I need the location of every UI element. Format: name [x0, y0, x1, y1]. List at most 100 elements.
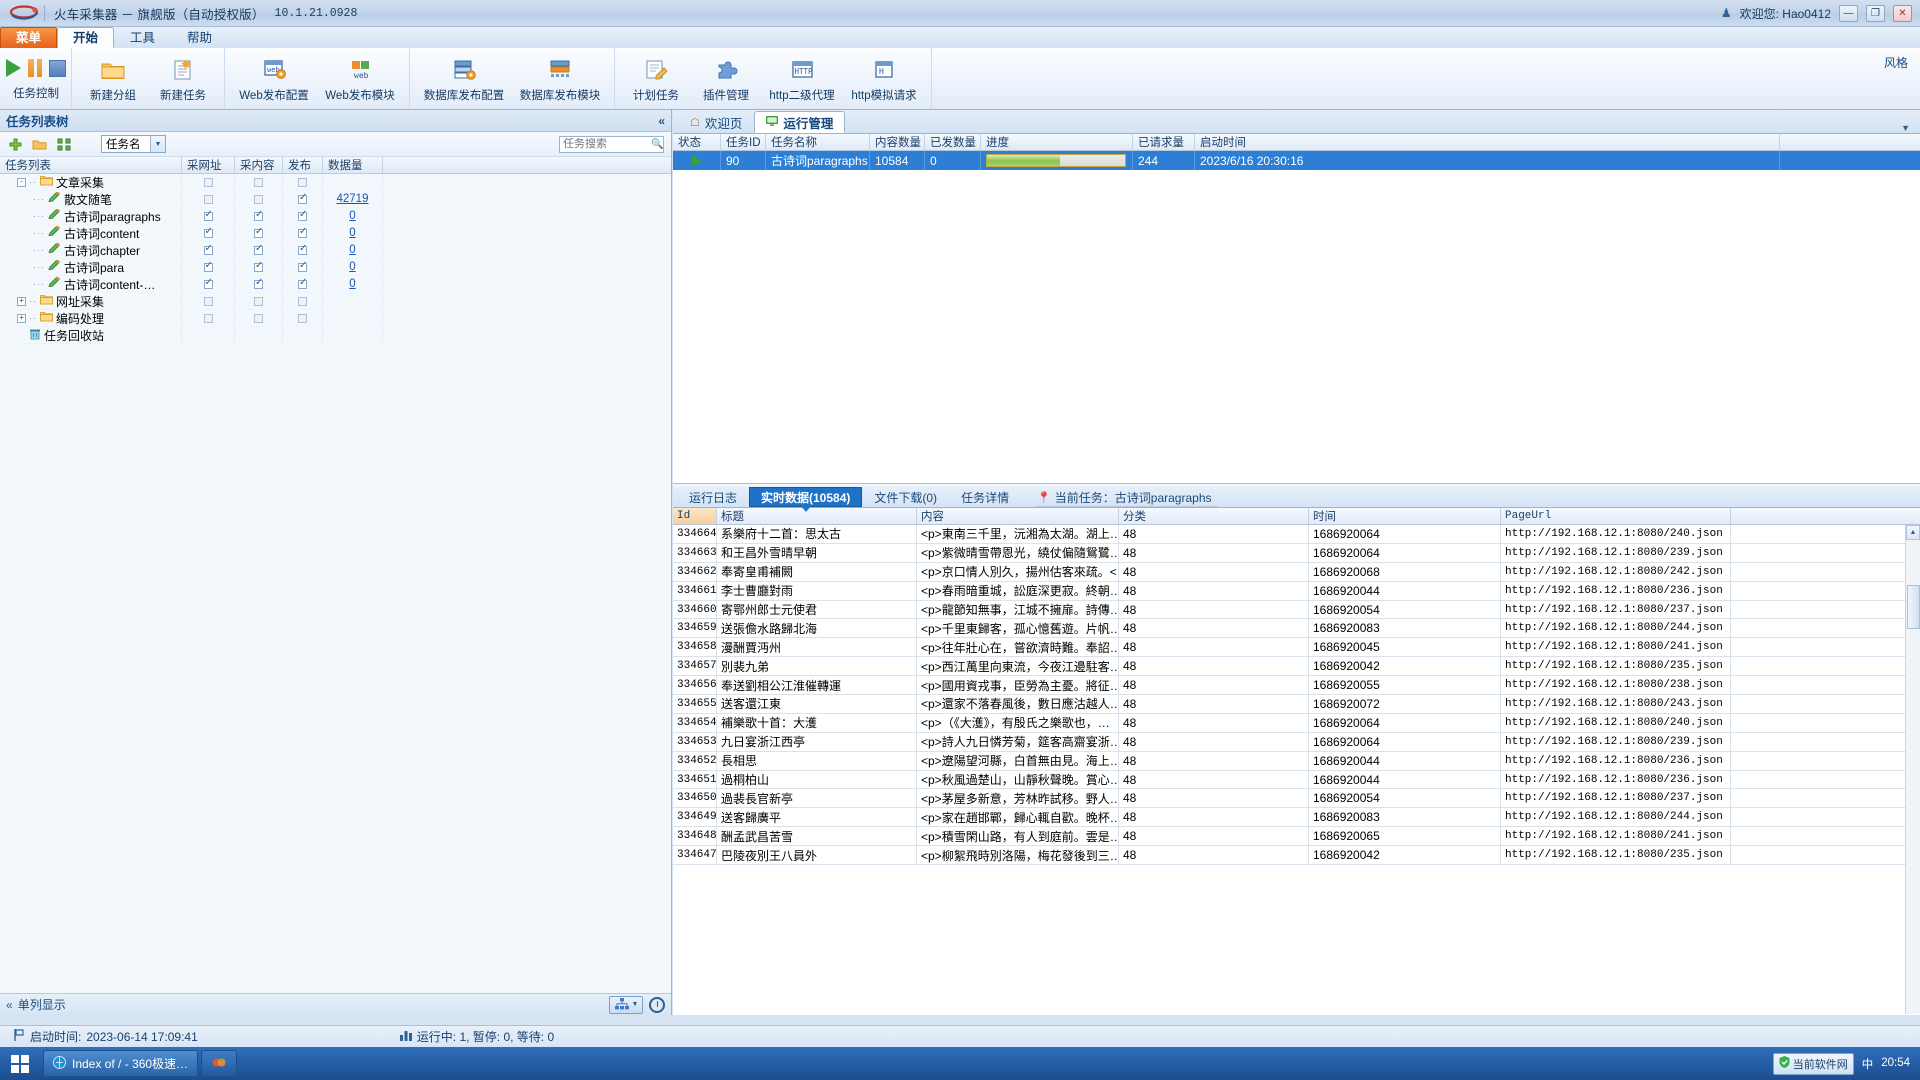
close-icon[interactable]: ✕: [1893, 4, 1912, 22]
data-grid-row[interactable]: 334655 送客還江東 <p>還家不落春風後，數日應沽越人… 48 168692007…: [673, 695, 1920, 714]
checkbox-off[interactable]: [254, 194, 263, 204]
checkbox-off[interactable]: [203, 296, 213, 306]
task-tree-row[interactable]: ··· 散文随笔 42719: [0, 190, 671, 208]
checkbox-on[interactable]: [298, 277, 307, 289]
checkbox-on[interactable]: [254, 243, 263, 255]
data-grid-row[interactable]: 334650 過裴長官新亭 <p>茅屋多新意，芳林昨試移。野人… 48 16869200…: [673, 789, 1920, 809]
data-grid-row[interactable]: 334652 長相思 <p>遼陽望河縣，白首無由見。海上… 48 1686920044 h…: [673, 751, 1920, 771]
ribbon-new-group-button[interactable]: 新建分组: [78, 50, 148, 107]
checkbox-on[interactable]: [298, 192, 307, 204]
tree-expander[interactable]: +: [17, 313, 26, 323]
checkbox-on[interactable]: [203, 260, 213, 272]
checkbox-on[interactable]: [203, 226, 213, 238]
task-tree-row[interactable]: - ·· 文章采集: [0, 173, 671, 191]
task-tree-row[interactable]: ··· 古诗词chapter 0: [0, 241, 671, 259]
stop-icon[interactable]: [49, 59, 66, 77]
ribbon-http-request-button[interactable]: H http模拟请求: [843, 50, 925, 107]
tab-task-detail[interactable]: 任务详情: [949, 487, 1021, 507]
play-icon[interactable]: [6, 59, 21, 77]
checkbox-on[interactable]: [203, 243, 213, 255]
checkbox-on[interactable]: [203, 209, 213, 221]
checkbox-off[interactable]: [298, 177, 307, 187]
footer-collapse-icon[interactable]: «: [6, 998, 13, 1012]
ribbon-web-publish-config-button[interactable]: web Web发布配置: [231, 50, 317, 107]
checkbox-on[interactable]: [254, 209, 263, 221]
tree-expander[interactable]: +: [17, 296, 26, 306]
ime-icon[interactable]: 中: [1862, 1056, 1874, 1072]
checkbox-off[interactable]: [203, 177, 213, 187]
checkbox-off[interactable]: [298, 313, 307, 323]
windows-start-icon[interactable]: [0, 1047, 40, 1080]
ribbon-style-button[interactable]: 风格: [1884, 48, 1920, 71]
display-mode-label[interactable]: 单列显示: [18, 996, 66, 1013]
taskbar-app-browser[interactable]: Index of / - 360极速…: [43, 1050, 199, 1077]
ribbon-plugin-manager-button[interactable]: 插件管理: [691, 50, 761, 107]
data-count-link[interactable]: 0: [349, 278, 355, 290]
tab-file-download[interactable]: 文件下载(0): [862, 487, 949, 507]
checkbox-off[interactable]: [298, 296, 307, 306]
data-count-link[interactable]: 0: [349, 244, 355, 256]
data-grid-row[interactable]: 334659 送張儋水路歸北海 <p>千里東歸客，孤心憶舊遊。片帆… 48 168692…: [673, 619, 1920, 639]
tree-expander[interactable]: -: [17, 177, 26, 187]
data-grid-row[interactable]: 334654 補樂歌十首：大濩 <p>（《大濩》，有殷氏之樂歌也，… 48 168692…: [673, 713, 1920, 733]
checkbox-off[interactable]: [203, 313, 213, 323]
run-grid-row[interactable]: 90 古诗词paragraphs 10584 0 244 2023/6/16 2…: [673, 151, 1920, 170]
data-count-link[interactable]: 0: [349, 227, 355, 239]
data-grid-row[interactable]: 334647 巴陵夜別王八員外 <p>柳絮飛時別洛陽，梅花發後到三… 48 168692…: [673, 846, 1920, 866]
checkbox-off[interactable]: [254, 313, 263, 323]
task-tree-row[interactable]: 任务回收站: [0, 326, 671, 344]
checkbox-off[interactable]: [203, 194, 213, 204]
data-grid-row[interactable]: 334658 漫酬賈沔州 <p>往年壯心在，嘗欲濟時難。奉詔… 48 168692004…: [673, 638, 1920, 658]
menu-tab-menu[interactable]: 菜单: [0, 27, 58, 48]
scrollbar-thumb[interactable]: [1907, 585, 1920, 629]
ribbon-new-task-button[interactable]: 新建任务: [148, 50, 218, 107]
data-grid-row[interactable]: 334662 奉寄皇甫補闕 <p>京口情人別久，揚州估客來疏。<… 48 1686920…: [673, 562, 1920, 582]
menu-tab-tools[interactable]: 工具: [114, 27, 171, 48]
task-tree-row[interactable]: ··· 古诗词paragraphs 0: [0, 207, 671, 225]
chevron-down-icon[interactable]: ▼: [632, 1001, 639, 1008]
menu-tab-help[interactable]: 帮助: [171, 27, 228, 48]
tab-realtime-data[interactable]: 实时数据(10584): [749, 487, 863, 512]
filter-dropdown[interactable]: 任务名 ▼: [101, 135, 166, 153]
tray-watermark[interactable]: 当前软件网: [1772, 1052, 1854, 1075]
data-grid-row[interactable]: 334661 李士曹廳對雨 <p>春雨暗重城，訟庭深更寂。終朝… 48 16869200…: [673, 581, 1920, 601]
data-grid-row[interactable]: 334648 酬孟武昌苦雪 <p>積雪閑山路，有人到庭前。雲是… 48 16869200…: [673, 827, 1920, 847]
task-search-box[interactable]: 🔍: [559, 135, 664, 153]
menu-tab-start[interactable]: 开始: [57, 27, 115, 48]
ribbon-scheduled-task-button[interactable]: 计划任务: [621, 50, 691, 107]
clock-icon[interactable]: [649, 996, 665, 1013]
data-grid-row[interactable]: 334657 別裴九弟 <p>西江萬里向東流，今夜江邊駐客… 48 1686920042…: [673, 657, 1920, 677]
data-grid-row[interactable]: 334656 奉送劉相公江淮催轉運 <p>國用資戎事，臣勞為主憂。將征… 48 1686…: [673, 676, 1920, 696]
task-tree-row[interactable]: ··· 古诗词content-… 0: [0, 275, 671, 293]
ribbon-db-publish-module-button[interactable]: 数据库发布模块: [512, 50, 608, 107]
scroll-up-icon[interactable]: ▲: [1906, 525, 1920, 540]
data-grid-scrollbar[interactable]: ▲: [1905, 525, 1920, 1014]
open-folder-icon[interactable]: [31, 136, 48, 153]
chevron-down-icon[interactable]: ▼: [150, 136, 165, 152]
maximize-icon[interactable]: ❐: [1866, 4, 1885, 22]
checkbox-on[interactable]: [298, 243, 307, 255]
data-count-link[interactable]: 0: [349, 261, 355, 273]
tab-welcome[interactable]: ☖ 欢迎页: [678, 111, 754, 133]
ribbon-db-publish-config-button[interactable]: 数据库发布配置: [416, 50, 512, 107]
minimize-icon[interactable]: —: [1839, 4, 1858, 22]
checkbox-on[interactable]: [254, 260, 263, 272]
tab-run-log[interactable]: 运行日志: [677, 487, 749, 507]
data-grid-row[interactable]: 334660 寄鄂州郎士元使君 <p>龍節知無事，江城不擁扉。詩傳… 48 168692…: [673, 600, 1920, 620]
data-grid-row[interactable]: 334663 和王昌外雪晴早朝 <p>紫微晴雪帶恩光，繞仗偏隨鴛鷺… 48 168692…: [673, 543, 1920, 563]
checkbox-on[interactable]: [298, 260, 307, 272]
ribbon-web-publish-module-button[interactable]: web Web发布模块: [317, 50, 403, 107]
checkbox-on[interactable]: [254, 277, 263, 289]
data-count-link[interactable]: 42719: [337, 193, 369, 205]
data-grid-row[interactable]: 334664 系樂府十二首：思太古 <p>東南三千里，沅湘為太湖。湖上… 48 1686…: [673, 525, 1920, 544]
add-plus-icon[interactable]: [7, 136, 24, 153]
checkbox-off[interactable]: [254, 296, 263, 306]
panel-collapse-icon[interactable]: «: [658, 114, 665, 128]
search-icon[interactable]: 🔍: [651, 139, 663, 150]
taskbar-app-secondary[interactable]: [201, 1050, 238, 1077]
task-tree-row[interactable]: ··· 古诗词content 0: [0, 224, 671, 242]
task-tree-row[interactable]: + ·· 网址采集: [0, 292, 671, 310]
tab-run-management[interactable]: 运行管理: [754, 111, 846, 133]
data-count-link[interactable]: 0: [349, 210, 355, 222]
pause-icon[interactable]: [28, 59, 42, 77]
